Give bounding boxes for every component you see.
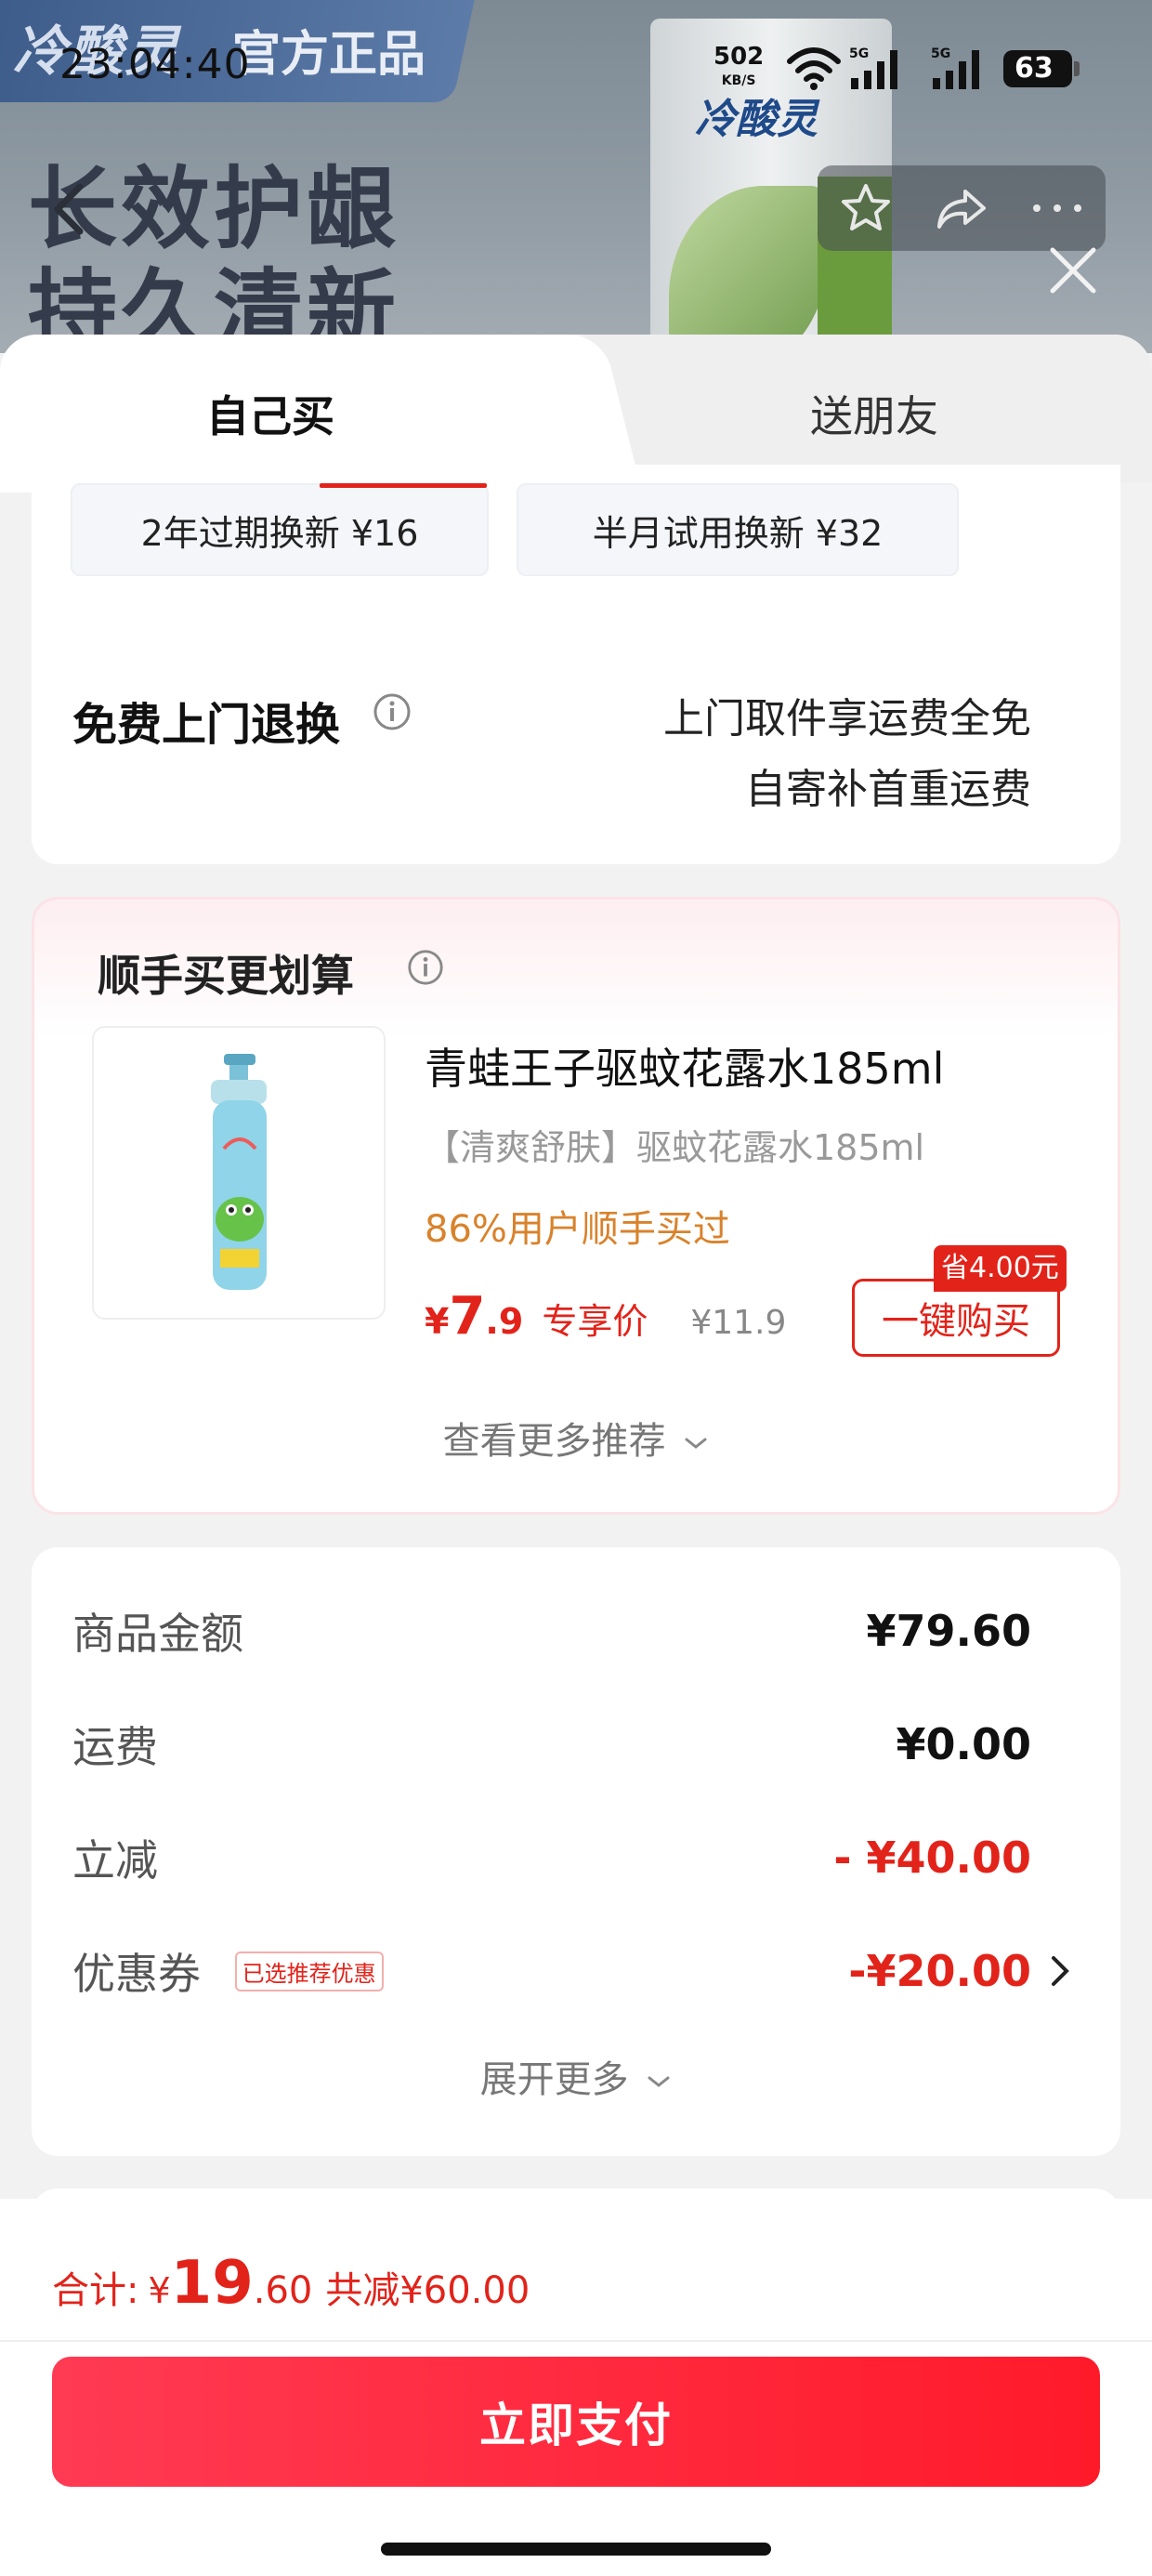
free-return-desc: 上门取件享运费全免 自寄补首重运费 bbox=[663, 684, 1031, 825]
amount-value: ¥0.00 bbox=[896, 1719, 1031, 1769]
favorite-button[interactable] bbox=[829, 171, 903, 245]
star-icon bbox=[841, 184, 890, 230]
price-integer: 7 bbox=[449, 1286, 486, 1347]
info-icon[interactable] bbox=[406, 948, 445, 987]
coupon-selected-tag: 已选推荐优惠 bbox=[234, 1952, 384, 1991]
chevron-down-icon bbox=[648, 2076, 670, 2087]
status-time: 23:04:40 bbox=[59, 41, 251, 88]
amount-value: - ¥40.00 bbox=[833, 1833, 1031, 1883]
signal-icon: 5G bbox=[929, 45, 994, 91]
pay-now-button[interactable]: 立即支付 bbox=[52, 2357, 1100, 2487]
service-option-trial[interactable]: 半月试用换新 ¥32 bbox=[517, 483, 959, 576]
more-icon bbox=[1033, 204, 1082, 212]
tab-gift-friend[interactable]: 送朋友 bbox=[585, 335, 1152, 483]
amount-row-discount: 立减 - ¥40.00 bbox=[72, 1820, 1031, 1895]
amount-label: 立减 bbox=[72, 1835, 158, 1886]
total-integer: 19 bbox=[170, 2249, 254, 2318]
amount-value: ¥79.60 bbox=[866, 1606, 1031, 1656]
bundle-recommend-card: 顺手买更划算 青蛙王子驱蚊花露水185ml 【清爽舒肤】驱蚊花露水185ml 8… bbox=[32, 897, 1120, 1515]
amount-value: -¥20.00 bbox=[848, 1946, 1031, 1996]
amount-row-goods: 商品金额 ¥79.60 bbox=[72, 1594, 1031, 1668]
coupon-label-group: 优惠券 已选推荐优惠 bbox=[72, 1940, 384, 2002]
save-badge: 省4.00元 bbox=[934, 1245, 1067, 1292]
total-decimal: .60 bbox=[253, 2269, 313, 2312]
back-arrow-icon bbox=[54, 183, 84, 235]
price-decimal: .9 bbox=[485, 1301, 524, 1342]
bundle-title: 顺手买更划算 bbox=[98, 951, 354, 1001]
total-saved: 共减¥60.00 bbox=[325, 2269, 530, 2312]
amount-label: 运费 bbox=[72, 1722, 158, 1772]
network-speed-value: 502 bbox=[713, 43, 765, 71]
signal-1-label: 5G bbox=[849, 46, 869, 61]
total-currency: ¥ bbox=[148, 2270, 171, 2311]
chevron-down-icon bbox=[685, 1438, 707, 1449]
original-price: ¥11.9 bbox=[690, 1304, 787, 1342]
bundle-product-name[interactable]: 青蛙王子驱蚊花露水185ml bbox=[425, 1035, 944, 1097]
chevron-right-icon bbox=[1052, 1956, 1069, 1986]
close-icon bbox=[1050, 247, 1096, 294]
amount-label: 优惠券 bbox=[72, 1949, 201, 1999]
info-icon[interactable] bbox=[372, 691, 412, 732]
free-return-title: 免费上门退换 bbox=[72, 699, 341, 751]
more-recommendations-label: 查看更多推荐 bbox=[442, 1420, 666, 1463]
amount-summary-card: 商品金额 ¥79.60 运费 ¥0.00 立减 - ¥40.00 优惠券 已选推… bbox=[32, 1547, 1120, 2156]
price-currency: ¥ bbox=[425, 1301, 450, 1342]
service-card: 2年过期换新 ¥16 半月试用换新 ¥32 免费上门退换 上门取件享运费全免 自… bbox=[32, 465, 1120, 864]
network-speed-unit: KB/S bbox=[721, 73, 756, 88]
more-recommendations-link[interactable]: 查看更多推荐 bbox=[34, 1411, 1118, 1465]
product-thumbnail[interactable] bbox=[92, 1026, 386, 1320]
free-return-desc-line1: 上门取件享运费全免 bbox=[663, 695, 1031, 743]
battery-indicator: 63 bbox=[1003, 50, 1080, 87]
share-icon bbox=[936, 190, 986, 229]
amount-row-shipping: 运费 ¥0.00 bbox=[72, 1707, 1031, 1781]
tab-label: 送朋友 bbox=[810, 391, 938, 441]
expand-more-label: 展开更多 bbox=[479, 2058, 629, 2101]
service-option-expiry[interactable]: 2年过期换新 ¥16 bbox=[71, 483, 489, 576]
bundle-price: ¥ 7 .9 专享价 ¥11.9 bbox=[425, 1286, 786, 1347]
back-button[interactable] bbox=[28, 167, 111, 251]
more-button[interactable] bbox=[1020, 171, 1094, 245]
checkout-bottom-bar: 合计: ¥ 19 .60 共减¥60.00 立即支付 bbox=[0, 2199, 1152, 2576]
order-total: 合计: ¥ 19 .60 共减¥60.00 bbox=[52, 2249, 530, 2318]
total-label: 合计: bbox=[52, 2269, 139, 2312]
price-tag: 专享价 bbox=[542, 1301, 648, 1342]
amount-row-coupon[interactable]: 优惠券 已选推荐优惠 -¥20.00 bbox=[72, 1934, 1069, 2008]
amount-label: 商品金额 bbox=[72, 1609, 243, 1659]
signal-2-label: 5G bbox=[931, 46, 950, 61]
divider bbox=[0, 2340, 1152, 2342]
bundle-product-popularity: 86%用户顺手买过 bbox=[425, 1208, 730, 1251]
close-button[interactable] bbox=[1041, 238, 1106, 303]
expand-more-link[interactable]: 展开更多 bbox=[32, 2049, 1120, 2103]
signal-icon: 5G bbox=[847, 45, 912, 91]
status-bar: 23:04:40 502 KB/S 5G 5G 63 bbox=[0, 0, 1152, 139]
bundle-product-subtitle: 【清爽舒肤】驱蚊花露水185ml bbox=[425, 1127, 925, 1168]
share-button[interactable] bbox=[924, 171, 999, 245]
tab-label: 自己买 bbox=[206, 391, 334, 441]
wifi-icon bbox=[786, 45, 842, 91]
free-return-desc-line2: 自寄补首重运费 bbox=[745, 766, 1031, 813]
network-speed: 502 KB/S bbox=[713, 45, 764, 93]
home-indicator[interactable] bbox=[381, 2543, 771, 2556]
